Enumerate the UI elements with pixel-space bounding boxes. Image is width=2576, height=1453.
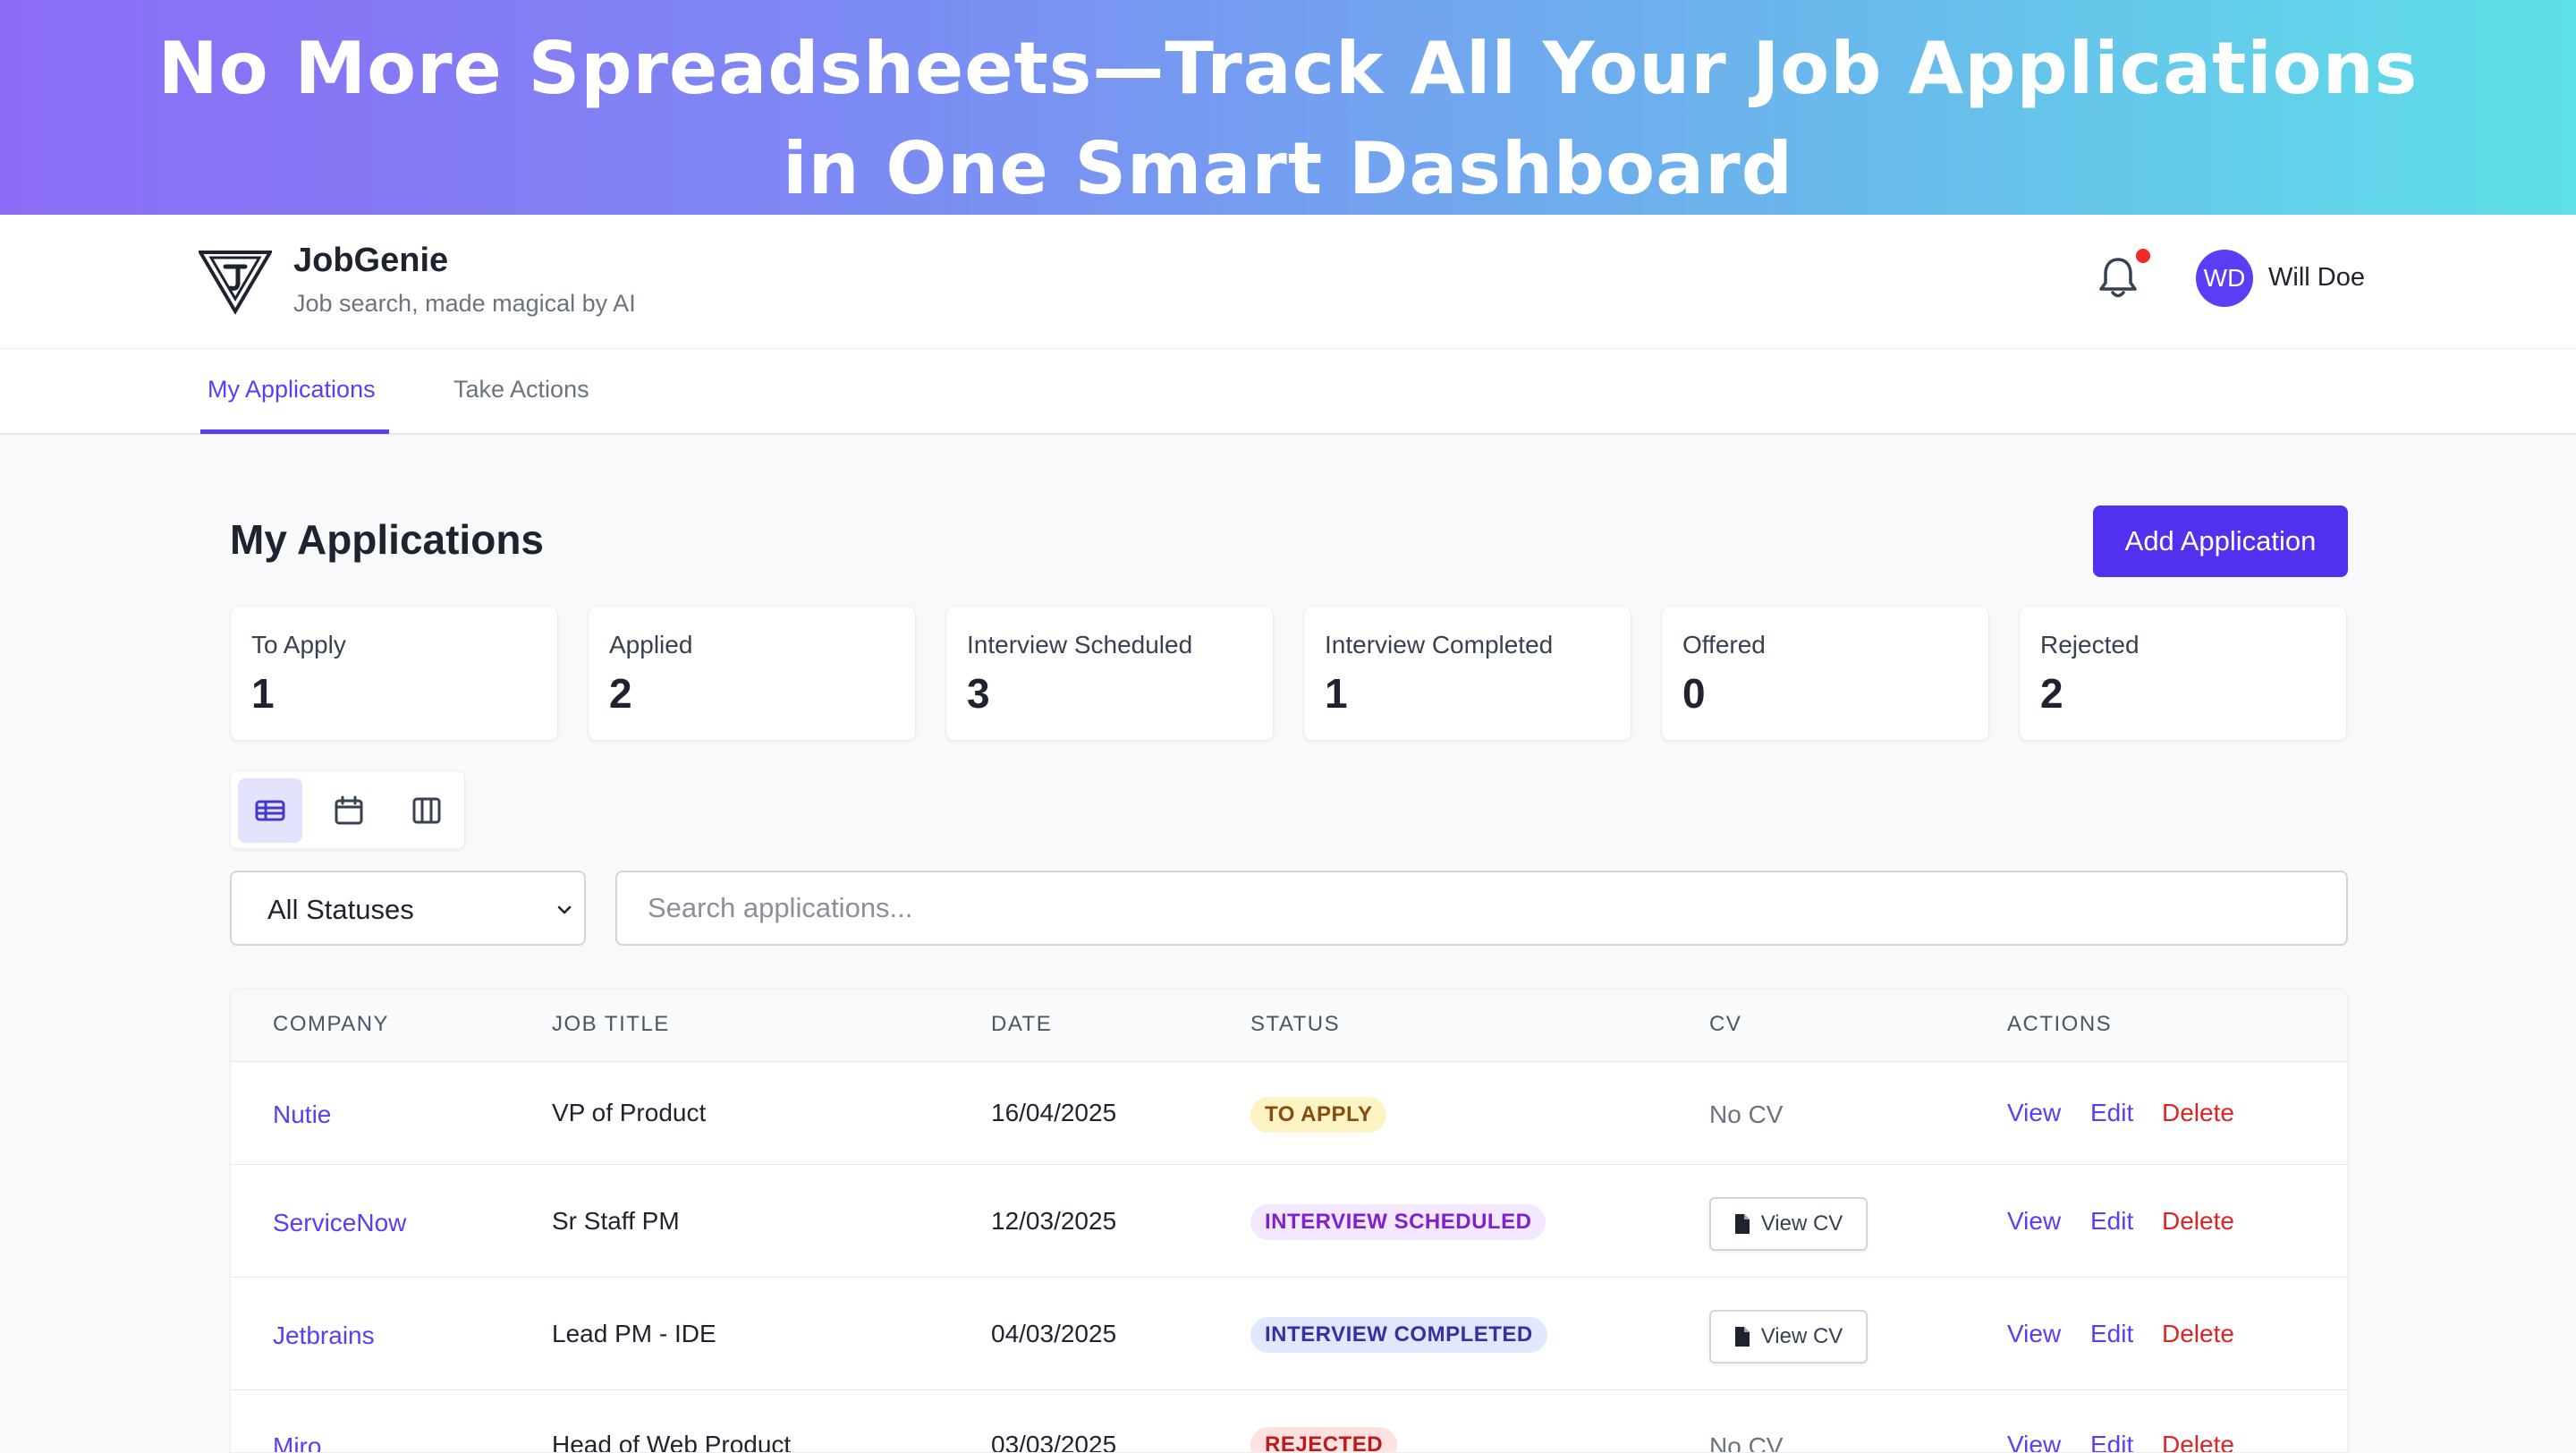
active-tab-indicator: [200, 429, 389, 434]
stat-value: 1: [1325, 670, 1348, 717]
tab-take-actions[interactable]: Take Actions: [453, 376, 589, 404]
stat-value: 3: [967, 670, 990, 717]
table-view-icon: [255, 800, 285, 821]
stat-value: 2: [2040, 670, 2063, 717]
stat-label: Interview Completed: [1325, 631, 1554, 659]
bell-icon[interactable]: [2097, 254, 2140, 301]
stat-label: To Apply: [251, 631, 346, 659]
kanban-view-button[interactable]: [394, 778, 459, 843]
column-header-company: COMPANY: [273, 1012, 390, 1036]
genie-lamp-logo-icon[interactable]: [199, 247, 272, 315]
edit-link[interactable]: Edit: [2090, 1207, 2133, 1236]
application-date: 04/03/2025: [991, 1320, 1117, 1347]
app-header: JobGenie Job search, made magical by AI …: [0, 215, 2576, 349]
avatar[interactable]: WD: [2196, 250, 2253, 307]
stat-card-rejected[interactable]: Rejected 2: [2019, 606, 2347, 741]
table-row: Jetbrains Lead PM - IDE 04/03/2025 INTER…: [231, 1279, 2347, 1390]
company-link[interactable]: ServiceNow: [273, 1209, 406, 1237]
stat-card-interview-scheduled[interactable]: Interview Scheduled 3: [945, 606, 1274, 741]
edit-link[interactable]: Edit: [2090, 1099, 2133, 1127]
view-mode-toggle: [230, 770, 465, 849]
view-cv-button[interactable]: View CV: [1709, 1310, 1868, 1364]
delete-link[interactable]: Delete: [2162, 1320, 2234, 1348]
search-input[interactable]: [615, 871, 2348, 946]
no-cv-text: No CV: [1709, 1100, 1784, 1128]
app-tagline: Job search, made magical by AI: [293, 290, 636, 317]
stat-value: 1: [251, 670, 275, 717]
view-cv-button[interactable]: View CV: [1709, 1197, 1868, 1251]
edit-link[interactable]: Edit: [2090, 1431, 2133, 1452]
kanban-view-icon: [412, 797, 441, 824]
view-cv-label: View CV: [1760, 1211, 1843, 1236]
chevron-down-icon: [557, 905, 572, 914]
application-date: 03/03/2025: [991, 1431, 1117, 1453]
column-header-actions: ACTIONS: [2007, 1012, 2113, 1036]
page-title: My Applications: [230, 516, 544, 563]
calendar-view-icon: [335, 795, 363, 825]
tab-bar: My Applications Take Actions: [0, 349, 2576, 435]
column-header-cv: CV: [1709, 1012, 1742, 1036]
stat-label: Rejected: [2040, 631, 2140, 659]
applications-table: COMPANY JOB TITLE DATE STATUS CV ACTIONS…: [230, 989, 2348, 1453]
status-filter-select[interactable]: All Statuses: [230, 871, 586, 946]
notification-dot: [2136, 249, 2150, 263]
application-date: 12/03/2025: [991, 1207, 1117, 1235]
column-header-status: STATUS: [1250, 1012, 1341, 1036]
stat-label: Applied: [609, 631, 693, 659]
company-link[interactable]: Miro: [273, 1432, 321, 1452]
stat-label: Offered: [1682, 631, 1766, 659]
table-row: ServiceNow Sr Staff PM 12/03/2025 INTERV…: [231, 1166, 2347, 1278]
status-badge: TO APPLY: [1250, 1097, 1387, 1133]
status-badge: INTERVIEW SCHEDULED: [1250, 1204, 1546, 1240]
table-row: Miro Head of Web Product 03/03/2025 REJE…: [231, 1391, 2347, 1453]
job-title: Sr Staff PM: [552, 1207, 680, 1235]
table-row: Nutie VP of Product 16/04/2025 TO APPLY …: [231, 1063, 2347, 1165]
company-link[interactable]: Nutie: [273, 1100, 331, 1129]
stat-card-interview-completed[interactable]: Interview Completed 1: [1303, 606, 1631, 741]
stat-card-to-apply[interactable]: To Apply 1: [230, 606, 558, 741]
stat-value: 0: [1682, 670, 1706, 717]
promo-banner: No More Spreadsheets—Track All Your Job …: [0, 0, 2576, 215]
document-icon: [1734, 1327, 1750, 1347]
view-link[interactable]: View: [2007, 1320, 2061, 1348]
stat-card-applied[interactable]: Applied 2: [588, 606, 916, 741]
job-title: Head of Web Product: [552, 1431, 792, 1453]
company-link[interactable]: Jetbrains: [273, 1321, 375, 1350]
view-link[interactable]: View: [2007, 1207, 2061, 1236]
table-view-button[interactable]: [238, 778, 302, 843]
status-badge: REJECTED: [1250, 1427, 1398, 1452]
add-application-button[interactable]: Add Application: [2093, 506, 2348, 577]
delete-link[interactable]: Delete: [2162, 1431, 2234, 1452]
stat-value: 2: [609, 670, 632, 717]
banner-headline-line-2: in One Smart Dashboard: [783, 127, 1793, 210]
job-title: VP of Product: [552, 1099, 707, 1126]
delete-link[interactable]: Delete: [2162, 1207, 2234, 1236]
table-header: COMPANY JOB TITLE DATE STATUS CV ACTIONS: [231, 990, 2347, 1062]
tab-my-applications[interactable]: My Applications: [208, 376, 376, 404]
app-name: JobGenie: [293, 242, 449, 279]
view-link[interactable]: View: [2007, 1431, 2061, 1452]
view-cv-label: View CV: [1760, 1324, 1843, 1348]
stat-card-offered[interactable]: Offered 0: [1661, 606, 1989, 741]
document-icon: [1734, 1214, 1750, 1234]
user-name[interactable]: Will Doe: [2268, 263, 2365, 293]
calendar-view-button[interactable]: [317, 778, 381, 843]
application-date: 16/04/2025: [991, 1099, 1117, 1126]
column-header-job-title: JOB TITLE: [552, 1012, 670, 1036]
edit-link[interactable]: Edit: [2090, 1320, 2133, 1348]
banner-headline-line-1: No More Spreadsheets—Track All Your Job …: [157, 27, 2419, 110]
stat-label: Interview Scheduled: [967, 631, 1193, 659]
column-header-date: DATE: [991, 1012, 1053, 1036]
status-filter-value: All Statuses: [267, 894, 414, 925]
no-cv-text: No CV: [1709, 1432, 1784, 1453]
status-badge: INTERVIEW COMPLETED: [1250, 1317, 1547, 1353]
job-title: Lead PM - IDE: [552, 1320, 716, 1347]
view-link[interactable]: View: [2007, 1099, 2061, 1127]
delete-link[interactable]: Delete: [2162, 1099, 2234, 1127]
